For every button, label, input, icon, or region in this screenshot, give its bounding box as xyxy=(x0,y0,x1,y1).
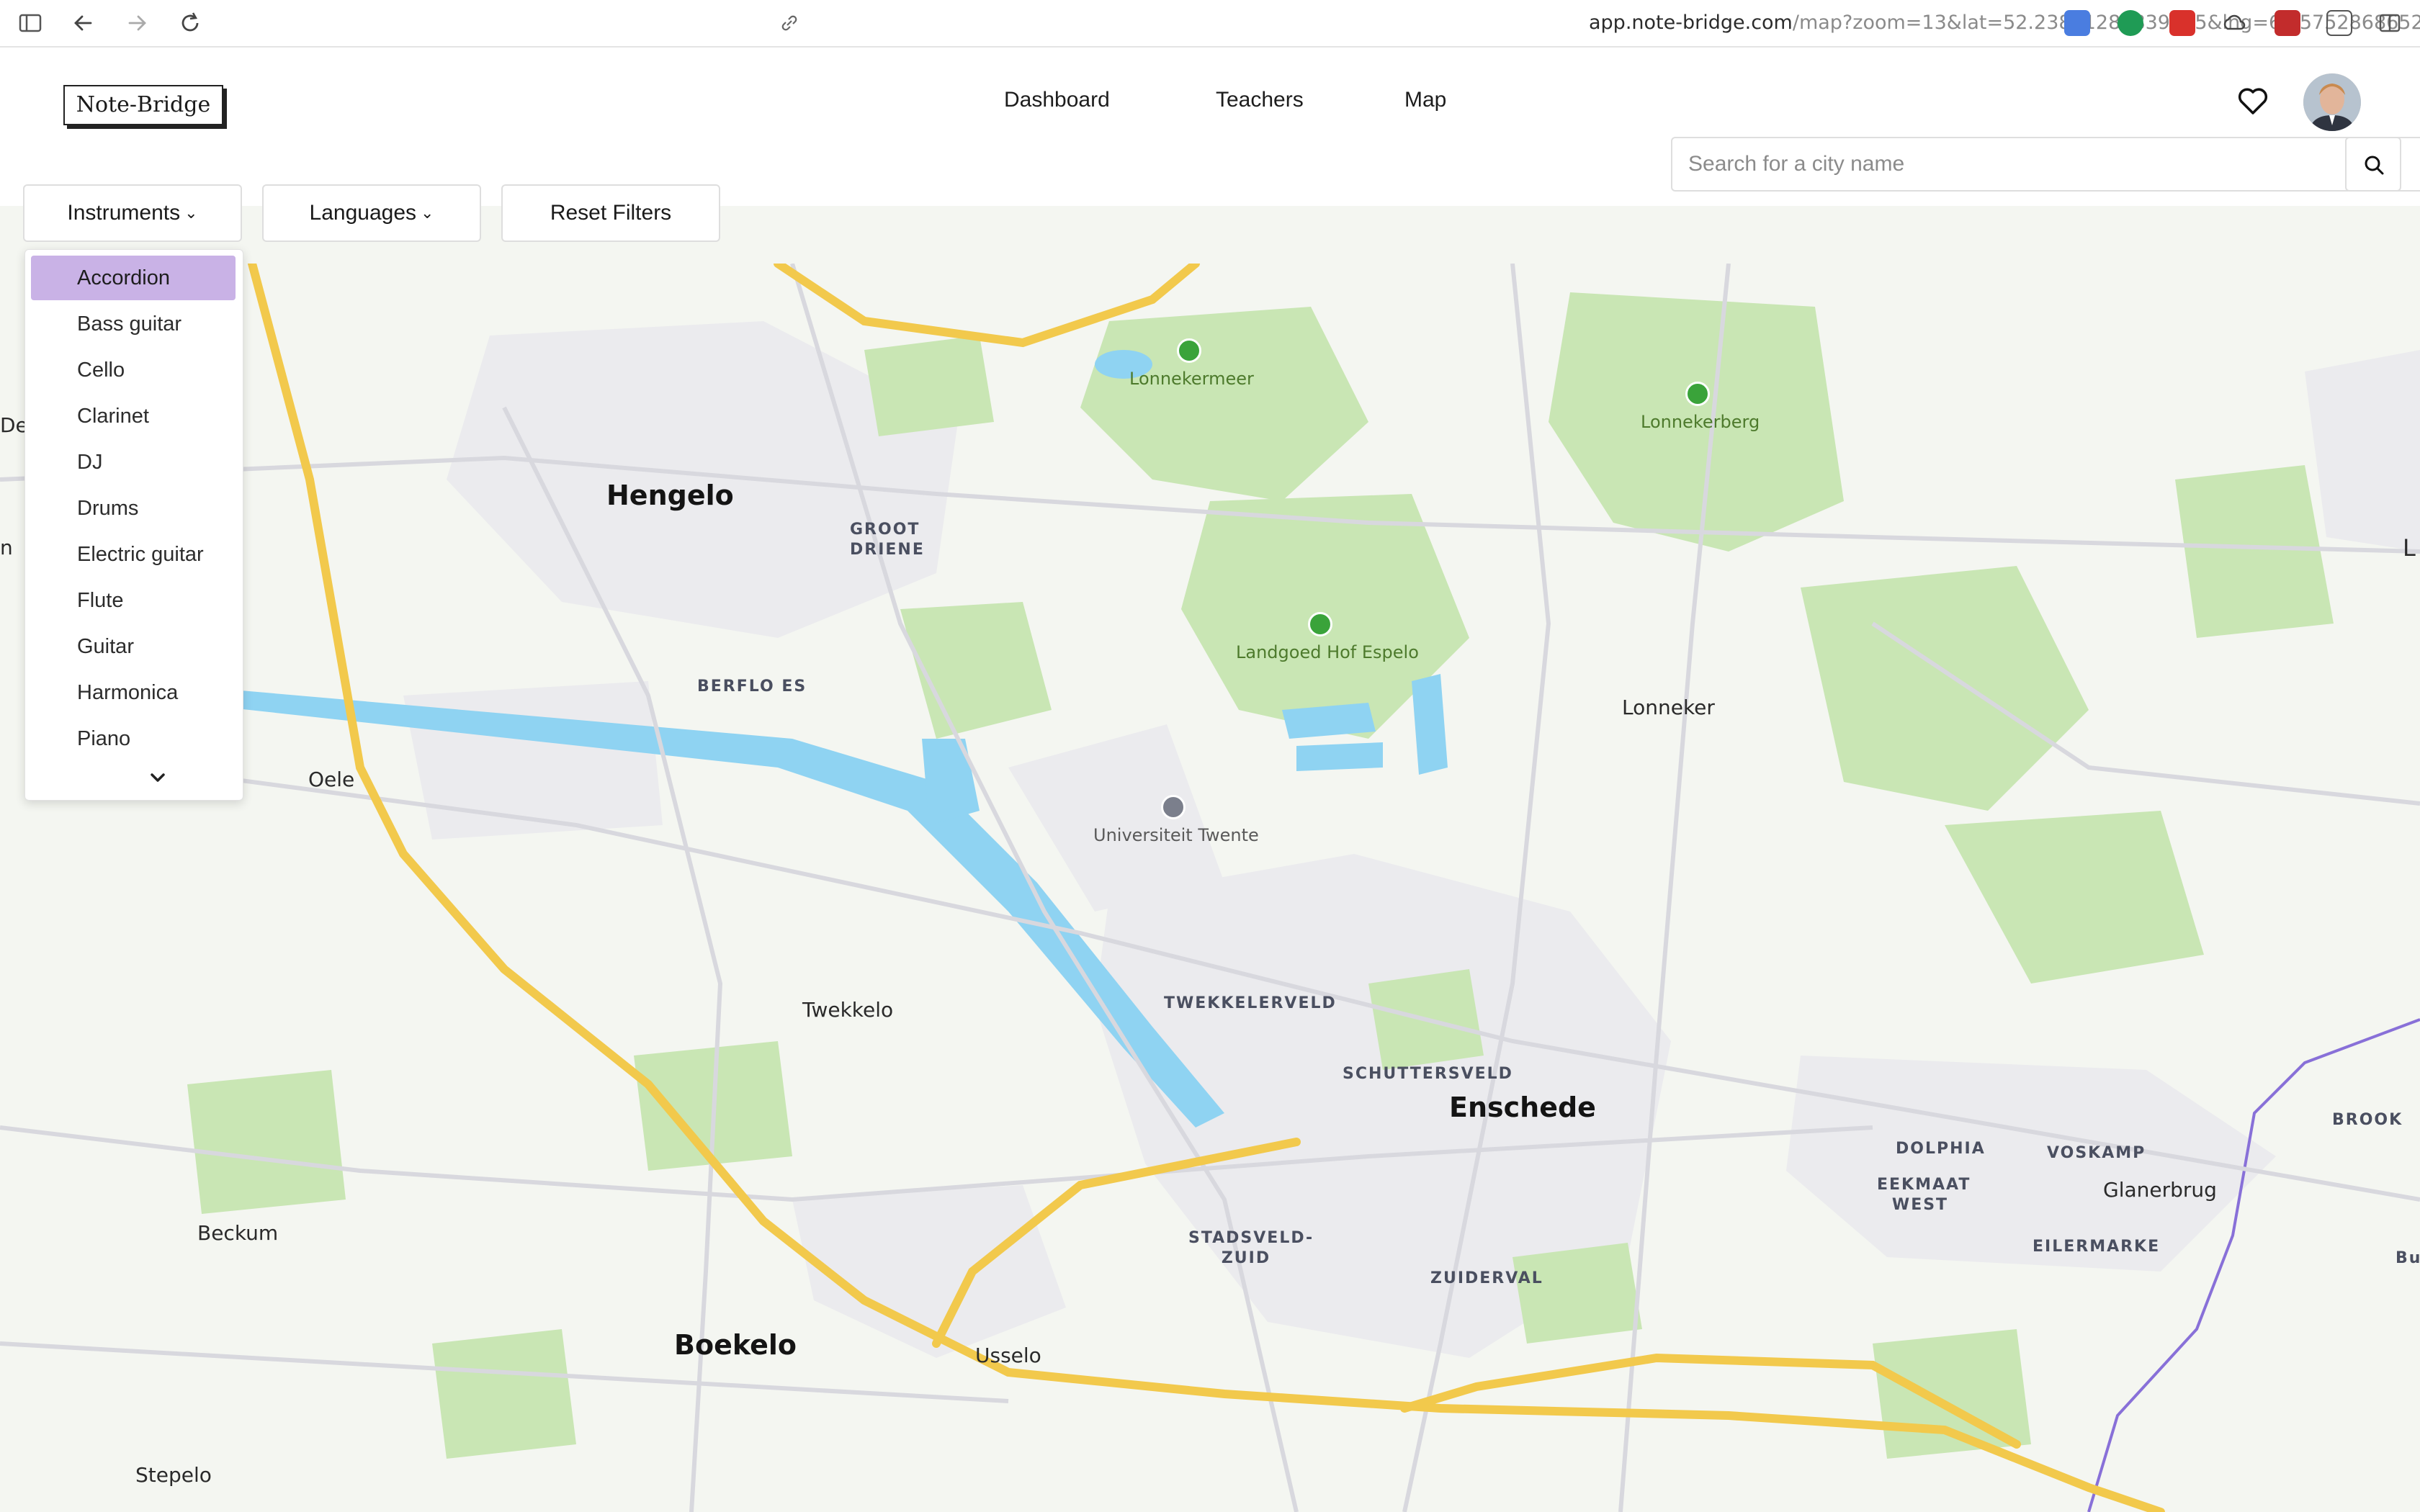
town-label: Oele xyxy=(308,768,355,791)
district-label: EEKMAAT WEST xyxy=(1877,1176,1971,1214)
sidebar-toggle-icon[interactable] xyxy=(16,9,45,37)
poi-label: Lonnekermeer xyxy=(1129,369,1254,389)
shield-extension-icon[interactable] xyxy=(2275,10,2300,36)
edge-label: Bu xyxy=(2396,1249,2420,1267)
translate-extension-icon[interactable] xyxy=(2064,10,2090,36)
dropdown-item-accordion[interactable]: Accordion xyxy=(31,256,236,300)
instruments-filter-label: Instruments xyxy=(67,201,181,225)
back-icon[interactable] xyxy=(69,9,98,37)
park-pin-icon[interactable] xyxy=(1685,382,1710,406)
town-label: Usselo xyxy=(975,1344,1041,1367)
city-label: Boekelo xyxy=(674,1329,797,1361)
district-label: DOLPHIA xyxy=(1896,1140,1986,1158)
dropdown-item-cello[interactable]: Cello xyxy=(31,348,236,392)
dropdown-item-clarinet[interactable]: Clarinet xyxy=(31,394,236,438)
district-label: SCHUTTERSVELD xyxy=(1343,1065,1513,1083)
note-bridge-logo[interactable]: Note-Bridge xyxy=(63,85,223,125)
chevron-down-icon: ⌄ xyxy=(421,204,434,222)
city-label: Enschede xyxy=(1449,1092,1596,1123)
browser-toolbar: app.note-bridge.com/map?zoom=13&lat=52.2… xyxy=(0,0,2420,48)
favorites-heart-icon[interactable] xyxy=(2236,84,2270,118)
url-host: app.note-bridge.com xyxy=(1589,12,1793,34)
link-icon xyxy=(781,15,797,31)
nav-map[interactable]: Map xyxy=(1404,88,1446,112)
cloud-extension-icon[interactable] xyxy=(2221,10,2247,36)
dropdown-item-drums[interactable]: Drums xyxy=(31,486,236,531)
chevron-down-icon: ⌄ xyxy=(184,204,198,222)
university-pin-icon[interactable] xyxy=(1161,795,1186,819)
district-label: GROOT DRIENE xyxy=(850,521,925,559)
poi-label: Lonnekerberg xyxy=(1641,412,1760,432)
poi-label: Universiteit Twente xyxy=(1093,825,1259,845)
search-icon xyxy=(2365,156,2384,175)
city-search-input[interactable] xyxy=(1671,137,2420,192)
district-label: VOSKAMP xyxy=(2047,1144,2146,1162)
edge-label: n xyxy=(0,536,13,559)
town-label: Glanerbrug xyxy=(2103,1178,2217,1202)
district-label: STADSVELD-ZUID xyxy=(1188,1229,1314,1267)
split-view-icon[interactable] xyxy=(2375,9,2404,37)
dropdown-item-piano[interactable]: Piano xyxy=(31,716,236,761)
district-label: TWEKKELERVELD xyxy=(1164,994,1337,1012)
reset-filters-button[interactable]: Reset Filters xyxy=(501,184,720,242)
search-button[interactable] xyxy=(2345,137,2401,192)
grammarly-extension-icon[interactable] xyxy=(2118,10,2143,36)
dropdown-item-flute[interactable]: Flute xyxy=(31,578,236,623)
town-label: Lonneker xyxy=(1622,696,1715,719)
user-avatar[interactable] xyxy=(2303,73,2361,131)
instruments-dropdown-menu: Accordion Bass guitar Cello Clarinet DJ … xyxy=(24,249,243,801)
reset-filters-label: Reset Filters xyxy=(550,201,672,225)
dropdown-item-harmonica[interactable]: Harmonica xyxy=(31,670,236,715)
town-label: Beckum xyxy=(197,1221,279,1245)
city-label: Hengelo xyxy=(606,480,734,511)
park-pin-icon[interactable] xyxy=(1177,338,1201,363)
map-tiles[interactable] xyxy=(0,264,2420,1512)
map-canvas[interactable]: Lonnekermeer Lonnekerberg Landgoed Hof E… xyxy=(0,264,2420,1512)
town-label: Stepelo xyxy=(135,1463,212,1487)
park-pin-icon[interactable] xyxy=(1308,612,1332,636)
reload-icon[interactable] xyxy=(176,9,205,37)
district-label: BERFLO ES xyxy=(697,678,807,696)
languages-filter-button[interactable]: Languages ⌄ xyxy=(262,184,481,242)
nav-teachers[interactable]: Teachers xyxy=(1216,88,1304,112)
languages-filter-label: Languages xyxy=(309,201,417,225)
chevron-down-icon[interactable] xyxy=(145,770,171,787)
dropdown-item-bass-guitar[interactable]: Bass guitar xyxy=(31,302,236,346)
district-label: BROOK xyxy=(2332,1111,2403,1129)
dropdown-item-electric-guitar[interactable]: Electric guitar xyxy=(31,532,236,577)
poi-label: Landgoed Hof Espelo xyxy=(1236,642,1419,662)
dropdown-item-guitar[interactable]: Guitar xyxy=(31,624,236,669)
calendar-extension-icon[interactable] xyxy=(2169,10,2195,36)
instruments-filter-button[interactable]: Instruments ⌄ xyxy=(23,184,242,242)
nav-dashboard[interactable]: Dashboard xyxy=(1004,88,1110,112)
edge-label: L xyxy=(2403,534,2416,562)
district-label: EILERMARKE xyxy=(2033,1238,2161,1256)
dropdown-item-dj[interactable]: DJ xyxy=(31,440,236,485)
district-label: ZUIDERVAL xyxy=(1430,1269,1543,1287)
forward-icon[interactable] xyxy=(122,9,151,37)
reader-extension-icon[interactable] xyxy=(2326,10,2352,36)
town-label: Twekkelo xyxy=(802,998,894,1022)
